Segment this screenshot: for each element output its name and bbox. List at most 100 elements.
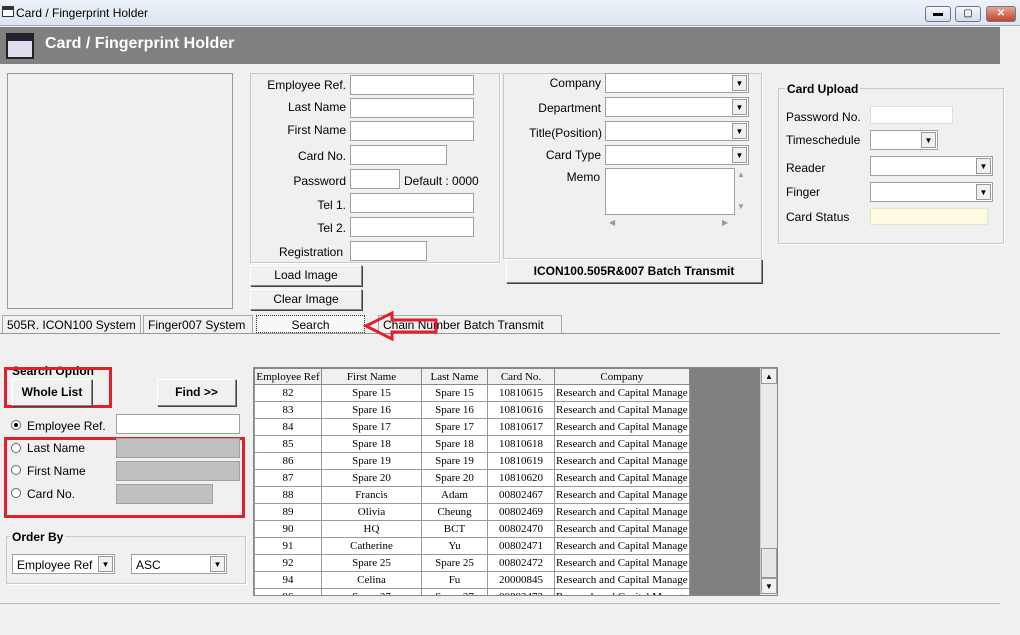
find-button[interactable]: Find >> (157, 379, 236, 406)
timeschedule-select[interactable]: ▼ (870, 130, 938, 150)
table-cell: Celina (321, 571, 422, 589)
chevron-down-icon: ▼ (210, 556, 225, 572)
column-header[interactable]: First Name (321, 368, 422, 385)
card-upload-legend: Card Upload (785, 82, 861, 96)
finger-label: Finger (786, 185, 821, 199)
tab-search[interactable]: Search (256, 315, 365, 333)
table-row[interactable]: 88 Francis Adam 00802467 Research and Capita… (254, 486, 690, 504)
scroll-down-icon[interactable]: ▼ (761, 578, 777, 594)
column-header[interactable]: Card No. (487, 368, 555, 385)
table-row[interactable]: 82 Spare 15 Spare 15 10810615 Research and C… (254, 384, 690, 402)
reader-label: Reader (786, 161, 826, 175)
employee-ref-label: Employee Ref. (267, 78, 346, 92)
table-cell: 96 (254, 588, 322, 595)
first-name-input[interactable] (350, 121, 474, 141)
radio-last-name[interactable] (11, 443, 21, 453)
table-cell: Spare 25 (421, 554, 488, 572)
minimize-button[interactable]: ▬ (925, 6, 951, 22)
tab-505r-icon100[interactable]: 505R. ICON100 System (2, 315, 141, 333)
bottom-divider (0, 603, 1000, 604)
column-header[interactable]: Company (554, 368, 690, 385)
department-select[interactable]: ▼ (605, 97, 749, 117)
results-table: Employee Ref First Name Last Name Card No. C… (254, 368, 690, 595)
last-name-label: Last Name (287, 100, 346, 114)
radio-first-name[interactable] (11, 465, 21, 475)
load-image-button[interactable]: Load Image (250, 265, 362, 286)
scroll-up-icon[interactable]: ▲ (761, 368, 777, 384)
memo-scroll-right-icon[interactable]: ▶ (722, 218, 728, 227)
card-status-field (870, 208, 988, 225)
last-name-input[interactable] (350, 98, 474, 118)
table-cell: Spare 15 (421, 384, 488, 402)
column-header[interactable]: Employee Ref (254, 368, 322, 385)
table-cell: Research and Capital Manage (554, 418, 690, 436)
table-cell: Research and Capital Manage (554, 384, 690, 402)
table-cell: Spare 16 (421, 401, 488, 419)
password-input[interactable] (350, 169, 400, 189)
table-cell: Research and Capital Manage (554, 503, 690, 521)
memo-textarea[interactable] (605, 168, 735, 215)
table-cell: Research and Capital Manage (554, 401, 690, 419)
radio-employee-ref[interactable] (11, 420, 21, 430)
table-row[interactable]: 84 Spare 17 Spare 17 10810617 Research and C… (254, 418, 690, 436)
whole-list-button[interactable]: Whole List (12, 379, 92, 406)
table-cell: 84 (254, 418, 322, 436)
grid-vertical-scrollbar[interactable]: ▲ ▼ (760, 368, 777, 595)
close-button[interactable]: ✕ (986, 6, 1016, 22)
radio-card-no[interactable] (11, 488, 21, 498)
table-cell: 82 (254, 384, 322, 402)
company-select[interactable]: ▼ (605, 73, 749, 93)
employee-ref-input[interactable] (350, 75, 474, 95)
table-cell: 10810618 (487, 435, 555, 453)
search-employee-ref-input[interactable] (116, 414, 240, 434)
memo-scroll-down-icon[interactable]: ▼ (737, 202, 745, 211)
table-row[interactable]: 89 Olivia Cheung 00802469 Research and Capit… (254, 503, 690, 521)
tel2-input[interactable] (350, 217, 474, 237)
card-no-input[interactable] (350, 145, 447, 165)
table-row[interactable]: 92 Spare 25 Spare 25 00802472 Research and C… (254, 554, 690, 572)
table-cell: 83 (254, 401, 322, 419)
table-row[interactable]: 86 Spare 19 Spare 19 10810619 Research and C… (254, 452, 690, 470)
column-header[interactable]: Last Name (421, 368, 488, 385)
table-cell: 85 (254, 435, 322, 453)
title-position-select[interactable]: ▼ (605, 121, 749, 141)
table-cell: 10810620 (487, 469, 555, 487)
order-by-direction-value: ASC (136, 558, 161, 572)
memo-scroll-left-icon[interactable]: ◀ (609, 218, 615, 227)
registration-input[interactable] (350, 241, 427, 261)
chevron-down-icon: ▼ (976, 184, 991, 200)
finger-select[interactable]: ▼ (870, 182, 993, 202)
table-cell: 10810616 (487, 401, 555, 419)
table-cell: 86 (254, 452, 322, 470)
clear-image-button[interactable]: Clear Image (250, 289, 362, 310)
reader-select[interactable]: ▼ (870, 156, 993, 176)
scroll-thumb[interactable] (761, 548, 777, 578)
table-cell: Spare 19 (421, 452, 488, 470)
window-icon (6, 33, 34, 59)
table-cell: Spare 20 (321, 469, 422, 487)
table-row[interactable]: 91 Catherine Yu 00802471 Research and Capita… (254, 537, 690, 555)
table-cell: 10810617 (487, 418, 555, 436)
maximize-button[interactable]: ▢ (955, 6, 981, 22)
order-by-direction-select[interactable]: ASC ▼ (131, 554, 227, 574)
table-cell: Spare 25 (321, 554, 422, 572)
table-cell: 94 (254, 571, 322, 589)
table-row[interactable]: 90 HQ BCT 00802470 Research and Capital Mana… (254, 520, 690, 538)
card-type-select[interactable]: ▼ (605, 145, 749, 165)
table-cell: Research and Capital Manage (554, 571, 690, 589)
table-row[interactable]: 94 Celina Fu 20000845 Research and Capital M… (254, 571, 690, 589)
table-row[interactable]: 83 Spare 16 Spare 16 10810616 Research and C… (254, 401, 690, 419)
table-cell: Spare 27 (421, 588, 488, 595)
card-type-label: Card Type (545, 148, 601, 162)
table-row[interactable]: 87 Spare 20 Spare 20 10810620 Research and C… (254, 469, 690, 487)
tab-finger007[interactable]: Finger007 System (143, 315, 253, 333)
password-no-input[interactable] (870, 106, 953, 124)
table-cell: 89 (254, 503, 322, 521)
table-row[interactable]: 85 Spare 18 Spare 18 10810618 Research and C… (254, 435, 690, 453)
table-cell: 00802473 (487, 588, 555, 595)
table-row[interactable]: 96Spare 27Spare 2700802473Research and C… (254, 588, 690, 595)
batch-transmit-button[interactable]: ICON100.505R&007 Batch Transmit (506, 259, 762, 283)
memo-scroll-up-icon[interactable]: ▲ (737, 170, 745, 179)
order-by-field-select[interactable]: Employee Ref ▼ (12, 554, 115, 574)
tel1-input[interactable] (350, 193, 474, 213)
